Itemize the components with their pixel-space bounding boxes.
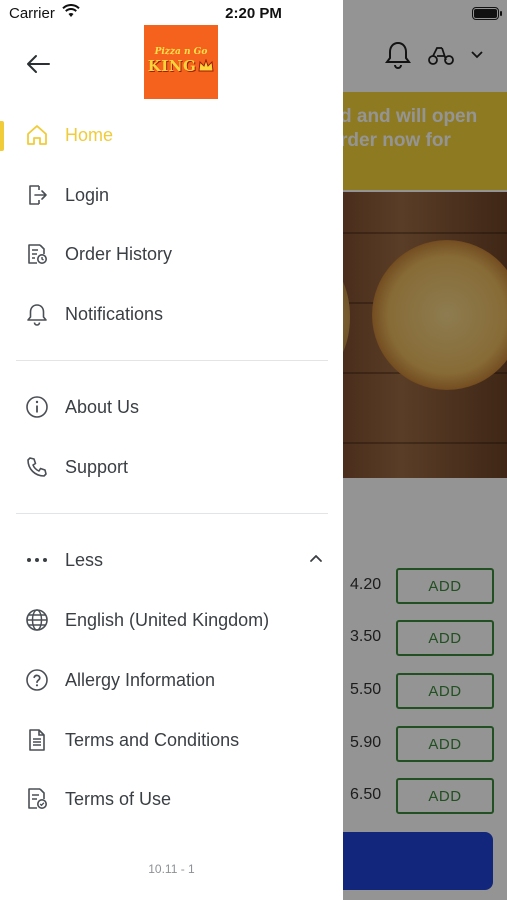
menu-item-terms-and-conditions[interactable]: Terms and Conditions [0, 716, 343, 764]
menu-item-label: Order History [65, 244, 173, 264]
crown-icon [198, 59, 214, 73]
menu-item-label: Home [65, 125, 114, 145]
arrow-left-icon [25, 54, 51, 74]
battery-icon [472, 7, 502, 20]
status-bar: Carrier 2:20 PM [0, 0, 507, 28]
menu-item-allergy-information[interactable]: Allergy Information [0, 656, 343, 704]
question-icon [25, 668, 49, 692]
menu-item-label: Terms of Use [65, 789, 172, 809]
menu-item-label: Terms and Conditions [65, 730, 240, 750]
menu-item-language[interactable]: English (United Kingdom) [0, 596, 343, 644]
menu-item-label: Allergy Information [65, 670, 216, 690]
app-version: 10.11 - 1 [148, 862, 195, 876]
more-dots-icon [25, 548, 49, 572]
divider [16, 360, 328, 361]
order-history-icon [25, 242, 49, 266]
menu-item-label: English (United Kingdom) [65, 610, 270, 630]
phone-icon [25, 455, 49, 479]
menu-item-less[interactable]: Less [0, 536, 343, 584]
document-check-icon [25, 787, 49, 811]
menu-item-label: Login [65, 185, 110, 205]
menu-item-terms-of-use[interactable]: Terms of Use [0, 775, 343, 823]
globe-icon [25, 608, 49, 632]
login-icon [25, 183, 49, 207]
menu-item-login[interactable]: Login [0, 171, 343, 219]
brand-logo: Pizza n Go KING [144, 25, 218, 99]
menu-item-notifications[interactable]: Notifications [0, 290, 343, 338]
logo-wordmark: KING [147, 57, 197, 75]
logo-tagline: Pizza n Go [154, 47, 208, 57]
menu-item-label: Support [65, 457, 129, 477]
divider [16, 513, 328, 514]
menu-item-label: About Us [65, 397, 140, 417]
status-time: 2:20 PM [225, 5, 282, 22]
info-icon [25, 395, 49, 419]
menu-item-label: Less [65, 550, 104, 570]
chevron-up-icon [308, 552, 324, 564]
menu-item-home[interactable]: Home [0, 111, 343, 159]
home-icon [25, 123, 49, 147]
menu-item-about-us[interactable]: About Us [0, 383, 343, 431]
side-drawer: Pizza n Go KING Home Login Order History… [0, 0, 343, 900]
back-button[interactable] [22, 48, 54, 80]
menu-item-label: Notifications [65, 304, 164, 324]
menu-item-order-history[interactable]: Order History [0, 230, 343, 278]
menu-item-support[interactable]: Support [0, 443, 343, 491]
bell-icon [25, 302, 49, 326]
document-icon [25, 728, 49, 752]
